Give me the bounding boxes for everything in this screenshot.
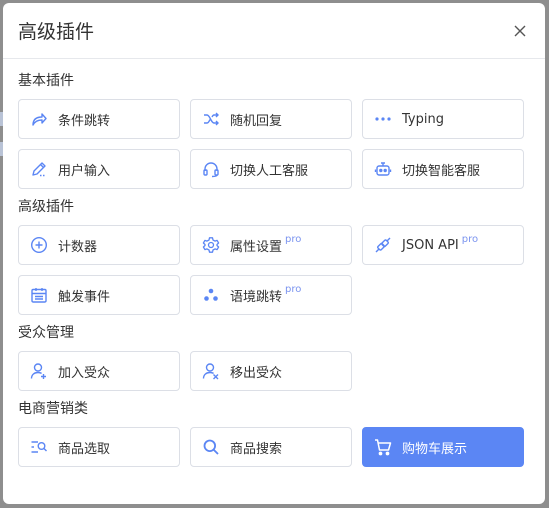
plugin-card-user-add[interactable]: 加入受众 [18,351,180,391]
plugin-modal: 高级插件 基本插件 条件跳转 随机回复 Typing 用户输入 切换人工客服 切换智能客服高… [3,3,545,504]
plugin-label: 移出受众 [230,365,283,381]
plugin-grid: 计数器 属性设置 pro JSON API pro 触发事件 语境跳转 pro [18,225,530,315]
plugin-card-shuffle[interactable]: 随机回复 [190,99,352,139]
plugin-label: 切换人工客服 [230,163,309,179]
section-title: 基本插件 [18,73,74,89]
plugin-label: Typing [402,111,444,127]
plugin-label: 随机回复 [230,113,283,129]
plugin-label: 商品搜索 [230,441,283,457]
plugin-card-share-arrow[interactable]: 条件跳转 [18,99,180,139]
robot-icon [374,160,392,178]
dots-cluster-icon [202,286,220,304]
user-remove-icon [202,362,220,380]
plugin-label: 语境跳转 [230,289,283,305]
plugin-card-dots-cluster[interactable]: 语境跳转 pro [190,275,352,315]
search-icon [202,438,220,456]
list-search-icon [30,438,48,456]
plugin-grid: 加入受众 移出受众 [18,351,530,391]
plugin-label: 用户输入 [58,163,111,179]
user-add-icon [30,362,48,380]
share-arrow-icon [30,110,48,128]
plugin-card-link-plug[interactable]: JSON API pro [362,225,524,265]
plugin-label: 条件跳转 [58,113,111,129]
plugin-card-headset[interactable]: 切换人工客服 [190,149,352,189]
plugin-card-robot[interactable]: 切换智能客服 [362,149,524,189]
plugin-card-list-search[interactable]: 商品选取 [18,427,180,467]
headset-icon [202,160,220,178]
shuffle-icon [202,110,220,128]
cart-icon [374,438,392,456]
plugin-label: 切换智能客服 [402,163,481,179]
plugin-card-cart[interactable]: 购物车展示 [362,427,524,467]
plugin-card-ellipsis[interactable]: Typing [362,99,524,139]
link-plug-icon [374,236,392,254]
pen-icon [30,160,48,178]
section-title: 电商营销类 [18,401,88,417]
plugin-label: 计数器 [58,239,98,255]
plugin-label: 购物车展示 [402,441,468,457]
plugin-card-gear[interactable]: 属性设置 pro [190,225,352,265]
plugin-label: 触发事件 [58,289,111,305]
plugin-card-calendar[interactable]: 触发事件 [18,275,180,315]
section-title: 高级插件 [18,199,74,215]
gear-icon [202,236,220,254]
plugin-card-user-remove[interactable]: 移出受众 [190,351,352,391]
plugin-sections: 基本插件条件跳转 随机回复 Typing 用户输入 切换人工客服 切换智能客服高级插件计数… [3,59,545,467]
section-title: 受众管理 [18,325,74,341]
modal-header: 高级插件 [3,3,545,59]
plugin-label: JSON API [402,237,459,253]
pro-badge: pro [285,283,302,295]
pro-badge: pro [285,233,302,245]
plugin-card-pen[interactable]: 用户输入 [18,149,180,189]
plugin-label: 商品选取 [58,441,111,457]
plugin-card-plus-circle[interactable]: 计数器 [18,225,180,265]
plugin-label: 加入受众 [58,365,111,381]
close-button[interactable] [509,20,531,42]
ellipsis-icon [374,110,392,128]
plugin-label: 属性设置 [230,239,283,255]
plugin-grid: 商品选取 商品搜索 购物车展示 [18,427,530,467]
calendar-icon [30,286,48,304]
plugin-grid: 条件跳转 随机回复 Typing 用户输入 切换人工客服 切换智能客服 [18,99,530,189]
pro-badge: pro [461,233,479,245]
close-icon [514,25,526,36]
modal-title: 高级插件 [18,21,95,43]
plugin-card-search[interactable]: 商品搜索 [190,427,352,467]
plus-circle-icon [30,236,48,254]
